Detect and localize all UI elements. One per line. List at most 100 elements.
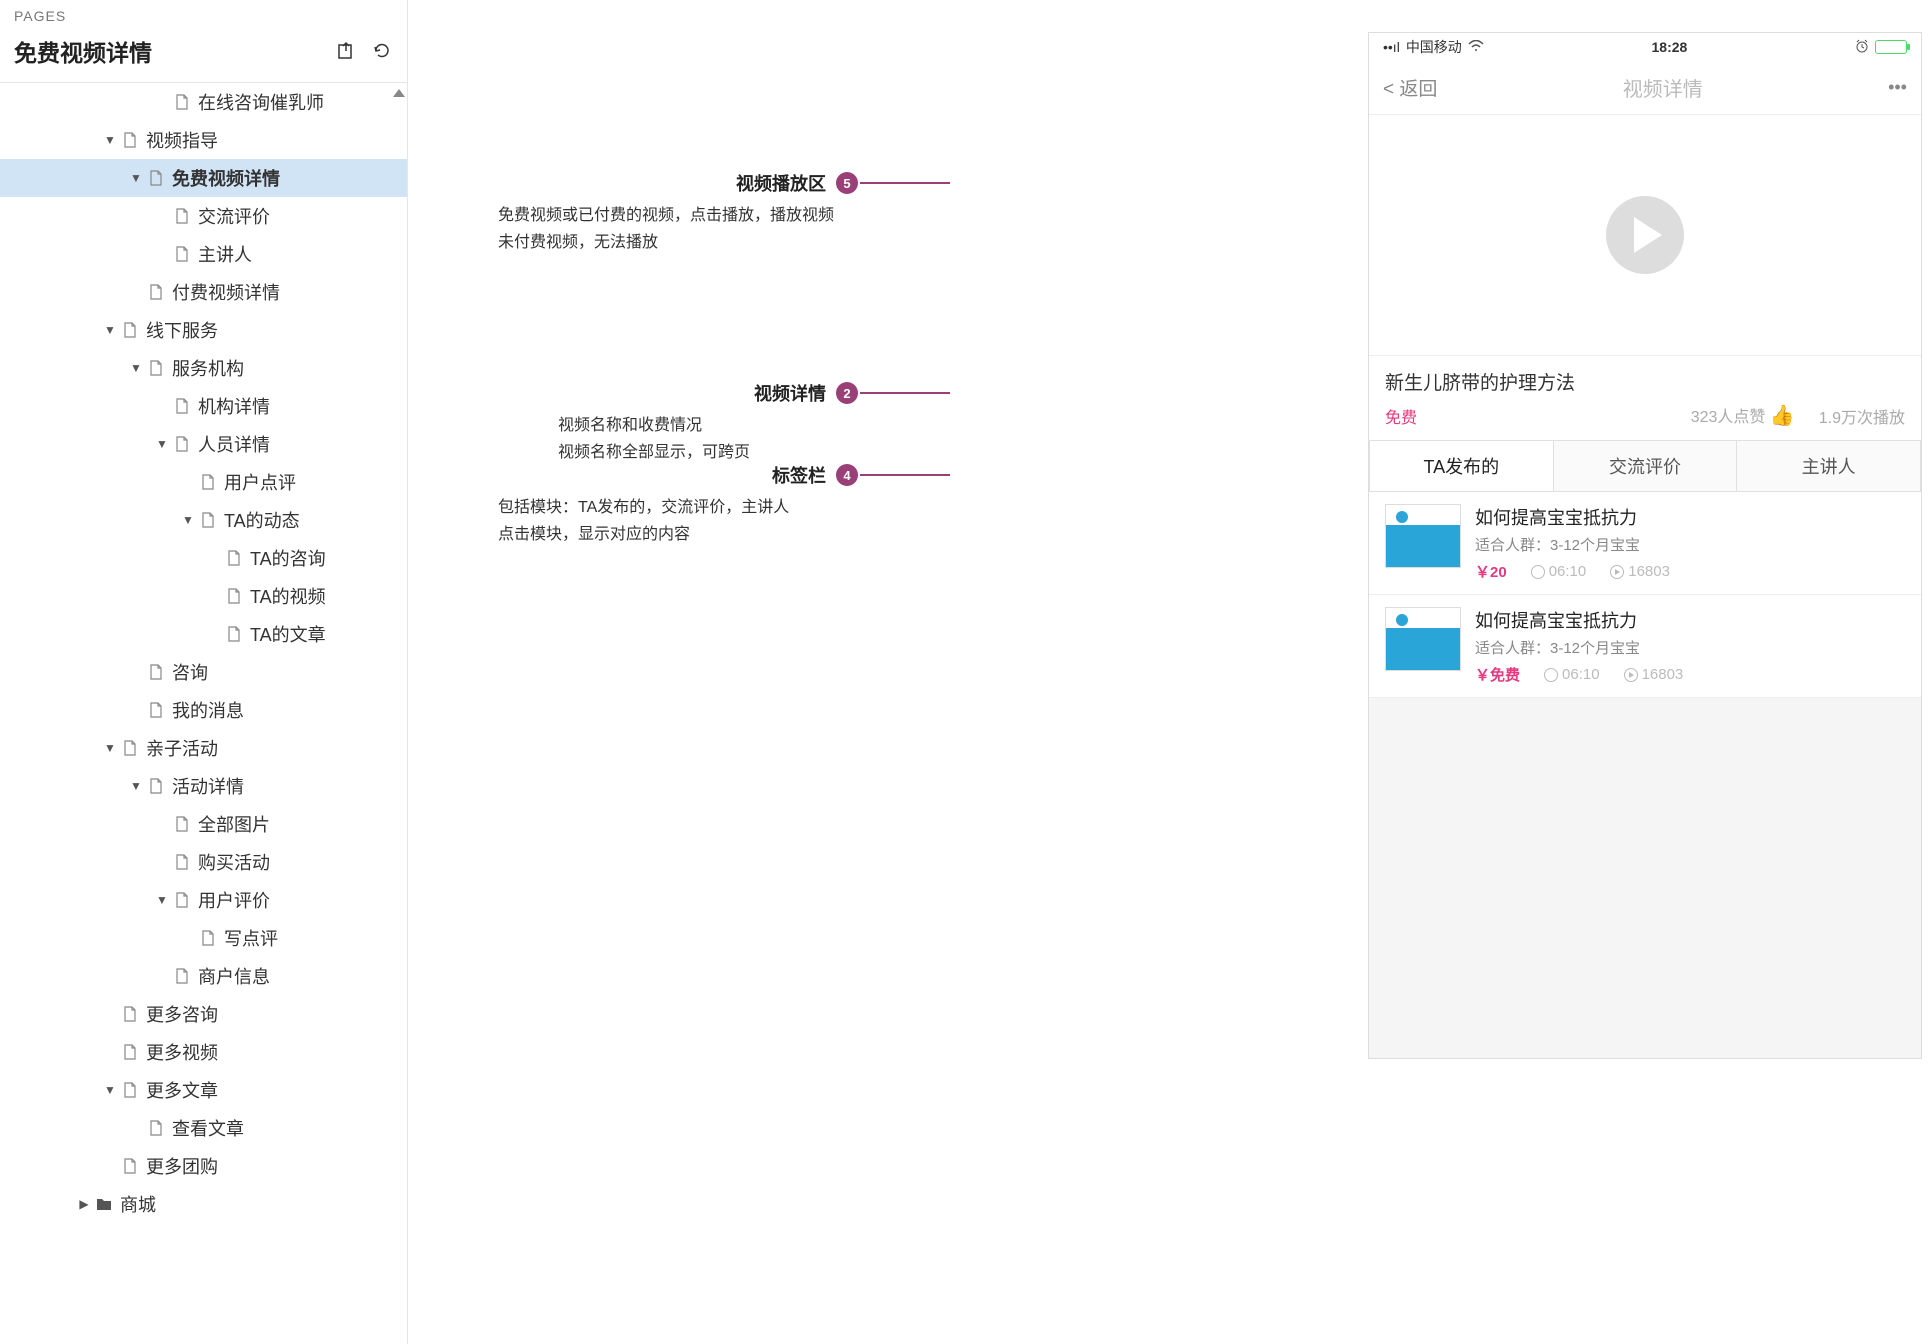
carrier-label: 中国移动 [1406, 37, 1462, 57]
play-count: 1.9万次播放 [1819, 404, 1905, 428]
scroll-up-icon[interactable] [393, 89, 405, 97]
file-icon [200, 512, 216, 528]
file-icon [148, 664, 164, 680]
file-icon [174, 892, 190, 908]
tree-item[interactable]: 咨询 [0, 653, 407, 691]
tree-item[interactable]: 我的消息 [0, 691, 407, 729]
chevron-icon[interactable]: ▼ [104, 1083, 116, 1097]
file-icon [226, 626, 242, 642]
chevron-icon[interactable]: ▼ [130, 361, 142, 375]
pages-sidebar: PAGES 免费视频详情 在线咨询催乳师▼视频指导▼免费视频详情交流评价主讲人付… [0, 0, 408, 1344]
tree-item[interactable]: 主讲人 [0, 235, 407, 273]
annotation-title: 标签栏 [772, 462, 826, 488]
chevron-icon[interactable]: ▼ [130, 779, 142, 793]
signal-icon: ••ıl [1383, 39, 1400, 55]
tree-item[interactable]: 商户信息 [0, 957, 407, 995]
tree-label: 购买活动 [198, 849, 270, 875]
tree-item[interactable]: TA的文章 [0, 615, 407, 653]
nav-title: 视频详情 [1623, 73, 1703, 102]
file-icon [122, 132, 138, 148]
video-card[interactable]: 如何提高宝宝抵抗力 适合人群：3-12个月宝宝 ￥20 06:10 16803 [1369, 492, 1921, 595]
tree-item[interactable]: 机构详情 [0, 387, 407, 425]
pages-header: PAGES [0, 0, 407, 28]
thumbs-up-icon[interactable]: 👍 [1770, 405, 1795, 427]
video-card[interactable]: 如何提高宝宝抵抗力 适合人群：3-12个月宝宝 ￥免费 06:10 16803 [1369, 595, 1921, 698]
tree-item[interactable]: ▼线下服务 [0, 311, 407, 349]
design-canvas: 视频播放区 5 免费视频或已付费的视频，点击播放，播放视频 未付费视频，无法播放… [408, 0, 1932, 1344]
export-icon[interactable] [335, 40, 357, 62]
file-icon [200, 930, 216, 946]
tree-item[interactable]: ▼ TA的动态 [0, 501, 407, 539]
refresh-icon[interactable] [371, 40, 393, 62]
annotation-badge: 4 [836, 464, 858, 486]
file-icon [122, 740, 138, 756]
tree-item[interactable]: 在线咨询催乳师 [0, 83, 407, 121]
chevron-icon[interactable]: ▼ [156, 437, 168, 451]
tree-label: 服务机构 [172, 355, 244, 381]
tree-item[interactable]: ▼活动详情 [0, 767, 407, 805]
tree-item[interactable]: 写点评 [0, 919, 407, 957]
tree-label: TA的视频 [250, 583, 326, 609]
back-button[interactable]: < 返回 [1383, 74, 1437, 101]
tree-item[interactable]: TA的咨询 [0, 539, 407, 577]
tree-item[interactable]: ▼ 用户评价 [0, 881, 407, 919]
more-button[interactable]: ••• [1888, 77, 1907, 98]
file-icon [174, 398, 190, 414]
tree-item[interactable]: 全部图片 [0, 805, 407, 843]
tree-item[interactable]: 用户点评 [0, 463, 407, 501]
tab-published[interactable]: TA发布的 [1369, 440, 1554, 492]
tree-item[interactable]: 更多视频 [0, 1033, 407, 1071]
alarm-icon [1855, 39, 1869, 56]
chevron-icon[interactable]: ▶ [78, 1197, 90, 1211]
tree-item[interactable]: TA的视频 [0, 577, 407, 615]
play-count: 16803 [1628, 563, 1670, 580]
tree-label: 交流评价 [198, 203, 270, 229]
tree-label: 更多咨询 [146, 1001, 218, 1027]
play-count: 16803 [1642, 666, 1684, 683]
tree-item[interactable]: ▼ 视频指导 [0, 121, 407, 159]
chevron-icon[interactable]: ▼ [104, 741, 116, 755]
tree-item[interactable]: ▼亲子活动 [0, 729, 407, 767]
chevron-icon[interactable]: ▼ [104, 133, 116, 147]
duration: 06:10 [1549, 563, 1587, 580]
file-icon [122, 322, 138, 338]
tree-item[interactable]: ▼免费视频详情 [0, 159, 407, 197]
tree-item[interactable]: 付费视频详情 [0, 273, 407, 311]
tree-label: 人员详情 [198, 431, 270, 457]
tree-item[interactable]: 查看文章 [0, 1109, 407, 1147]
tree-label: TA的动态 [224, 507, 300, 533]
tree-item[interactable]: ▶商城 [0, 1185, 407, 1223]
tree-item[interactable]: ▼ 更多文章 [0, 1071, 407, 1109]
content-list[interactable]: 如何提高宝宝抵抗力 适合人群：3-12个月宝宝 ￥20 06:10 16803 … [1369, 492, 1921, 1058]
card-title: 如何提高宝宝抵抗力 [1475, 607, 1905, 633]
thumbnail [1385, 607, 1461, 671]
tab-speaker[interactable]: 主讲人 [1737, 440, 1921, 492]
file-icon [148, 702, 164, 718]
play-icon[interactable] [1606, 196, 1684, 274]
pages-tree[interactable]: 在线咨询催乳师▼视频指导▼免费视频详情交流评价主讲人付费视频详情▼线下服务▼服务… [0, 83, 407, 1344]
chevron-icon[interactable]: ▼ [130, 171, 142, 185]
tree-label: 咨询 [172, 659, 208, 685]
tree-item[interactable]: 更多团购 [0, 1147, 407, 1185]
video-play-area[interactable] [1369, 115, 1921, 355]
thumbnail [1385, 504, 1461, 568]
file-icon [148, 284, 164, 300]
tree-label: 更多文章 [146, 1077, 218, 1103]
tree-label: 用户评价 [198, 887, 270, 913]
chevron-icon[interactable]: ▼ [182, 513, 194, 527]
file-icon [200, 474, 216, 490]
file-icon [174, 968, 190, 984]
tree-label: 主讲人 [198, 241, 252, 267]
leader-line [860, 182, 950, 184]
tab-reviews[interactable]: 交流评价 [1554, 440, 1738, 492]
tree-item[interactable]: 购买活动 [0, 843, 407, 881]
tree-item[interactable]: 更多咨询 [0, 995, 407, 1033]
chevron-icon[interactable]: ▼ [104, 323, 116, 337]
tree-label: 视频指导 [146, 127, 218, 153]
tree-item[interactable]: ▼ 人员详情 [0, 425, 407, 463]
tree-item[interactable]: 交流评价 [0, 197, 407, 235]
tree-label: 更多团购 [146, 1153, 218, 1179]
tree-item[interactable]: ▼ 服务机构 [0, 349, 407, 387]
file-icon [174, 246, 190, 262]
chevron-icon[interactable]: ▼ [156, 893, 168, 907]
